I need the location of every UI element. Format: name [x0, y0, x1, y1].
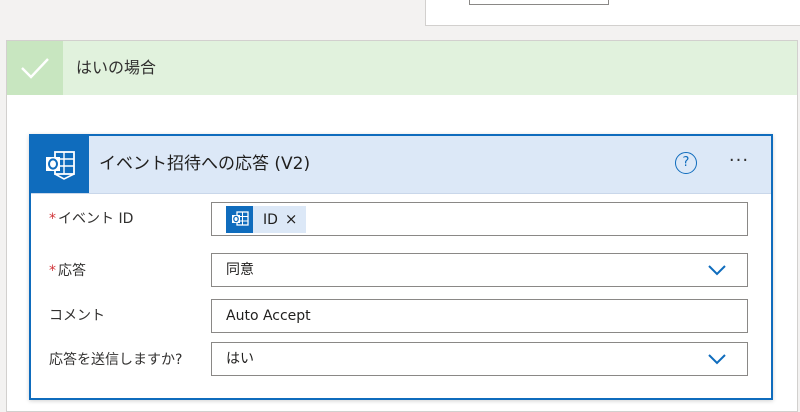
- send-response-dropdown[interactable]: はい: [211, 342, 748, 376]
- send-response-label: 応答を送信しますか?: [49, 352, 183, 368]
- event-id-label-text: イベント ID: [58, 211, 134, 227]
- branch-header[interactable]: はいの場合: [7, 41, 797, 95]
- comment-value: Auto Accept: [226, 308, 311, 324]
- respond-to-event-invite-action: イベント招待への応答 (V2) ? ··· * イベント ID ID × * 応…: [29, 134, 773, 400]
- more-options-icon[interactable]: ···: [724, 150, 754, 176]
- chevron-down-icon[interactable]: [707, 352, 727, 366]
- if-yes-branch: はいの場合 イベント招待への応答 (V2) ? ··· * イベント ID ID…: [6, 40, 798, 412]
- branch-title: はいの場合: [76, 58, 157, 77]
- comment-input[interactable]: Auto Accept: [211, 299, 748, 333]
- previous-action-field[interactable]: [469, 0, 609, 5]
- required-marker: *: [49, 263, 56, 279]
- action-header[interactable]: イベント招待への応答 (V2) ? ···: [31, 136, 771, 194]
- event-id-field[interactable]: ID ×: [211, 202, 748, 236]
- response-dropdown[interactable]: 同意: [211, 253, 748, 287]
- comment-label: コメント: [49, 308, 105, 324]
- required-marker: *: [49, 211, 56, 227]
- action-title: イベント招待への応答 (V2): [99, 154, 311, 174]
- outlook-icon: [31, 136, 89, 193]
- response-label-text: 応答: [58, 263, 86, 279]
- dynamic-content-token[interactable]: ID ×: [226, 206, 306, 233]
- event-id-label: * イベント ID: [49, 208, 133, 228]
- outlook-icon: [226, 206, 253, 233]
- help-icon[interactable]: ?: [675, 152, 697, 174]
- token-label: ID: [263, 211, 278, 228]
- checkmark-icon: [7, 41, 63, 95]
- previous-action-card: [425, 0, 800, 26]
- chevron-down-icon[interactable]: [707, 263, 727, 277]
- response-label: * 応答: [49, 260, 86, 280]
- response-value: 同意: [226, 262, 254, 278]
- send-response-value: はい: [226, 351, 254, 367]
- remove-token-icon[interactable]: ×: [285, 212, 298, 227]
